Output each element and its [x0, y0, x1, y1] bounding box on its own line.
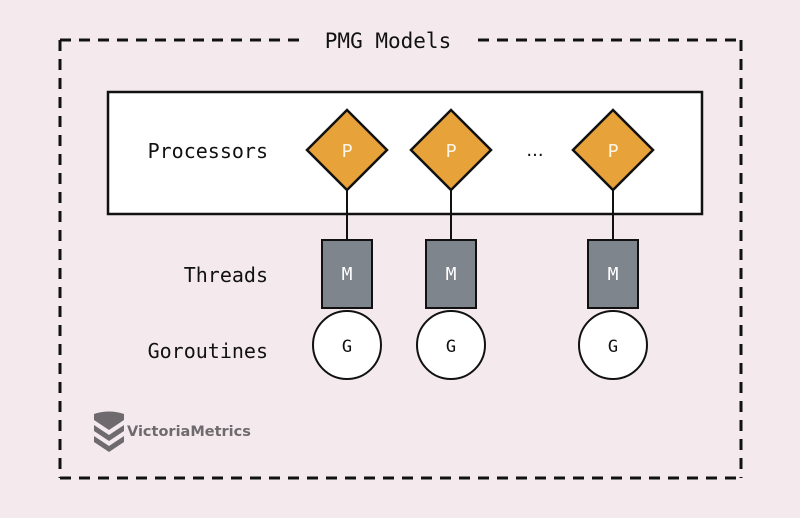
victoriametrics-logo-icon — [94, 411, 124, 452]
row-label-processors: Processors — [148, 139, 268, 163]
pmg-column: P M G — [305, 108, 389, 380]
pmg-column: P M G — [409, 108, 493, 380]
row-label-goroutines: Goroutines — [148, 339, 268, 363]
processor-label: P — [446, 141, 457, 162]
victoriametrics-logo-text: VictoriaMetrics — [127, 424, 251, 440]
row-label-threads: Threads — [184, 263, 268, 287]
ellipsis: ... — [526, 140, 543, 161]
thread-label: M — [446, 264, 457, 285]
victoriametrics-logo: VictoriaMetrics — [94, 411, 251, 452]
thread-label: M — [342, 264, 353, 285]
processor-label: P — [342, 141, 353, 162]
pmg-diagram: PMG Models Processors Threads Goroutines… — [0, 0, 800, 518]
diagram-svg: PMG Models Processors Threads Goroutines… — [58, 29, 743, 480]
goroutine-label: G — [608, 337, 618, 357]
thread-label: M — [608, 264, 619, 285]
goroutine-label: G — [446, 337, 456, 357]
goroutine-label: G — [342, 337, 352, 357]
pmg-column: P M G — [571, 108, 655, 380]
diagram-title: PMG Models — [325, 29, 451, 53]
processor-label: P — [608, 141, 619, 162]
